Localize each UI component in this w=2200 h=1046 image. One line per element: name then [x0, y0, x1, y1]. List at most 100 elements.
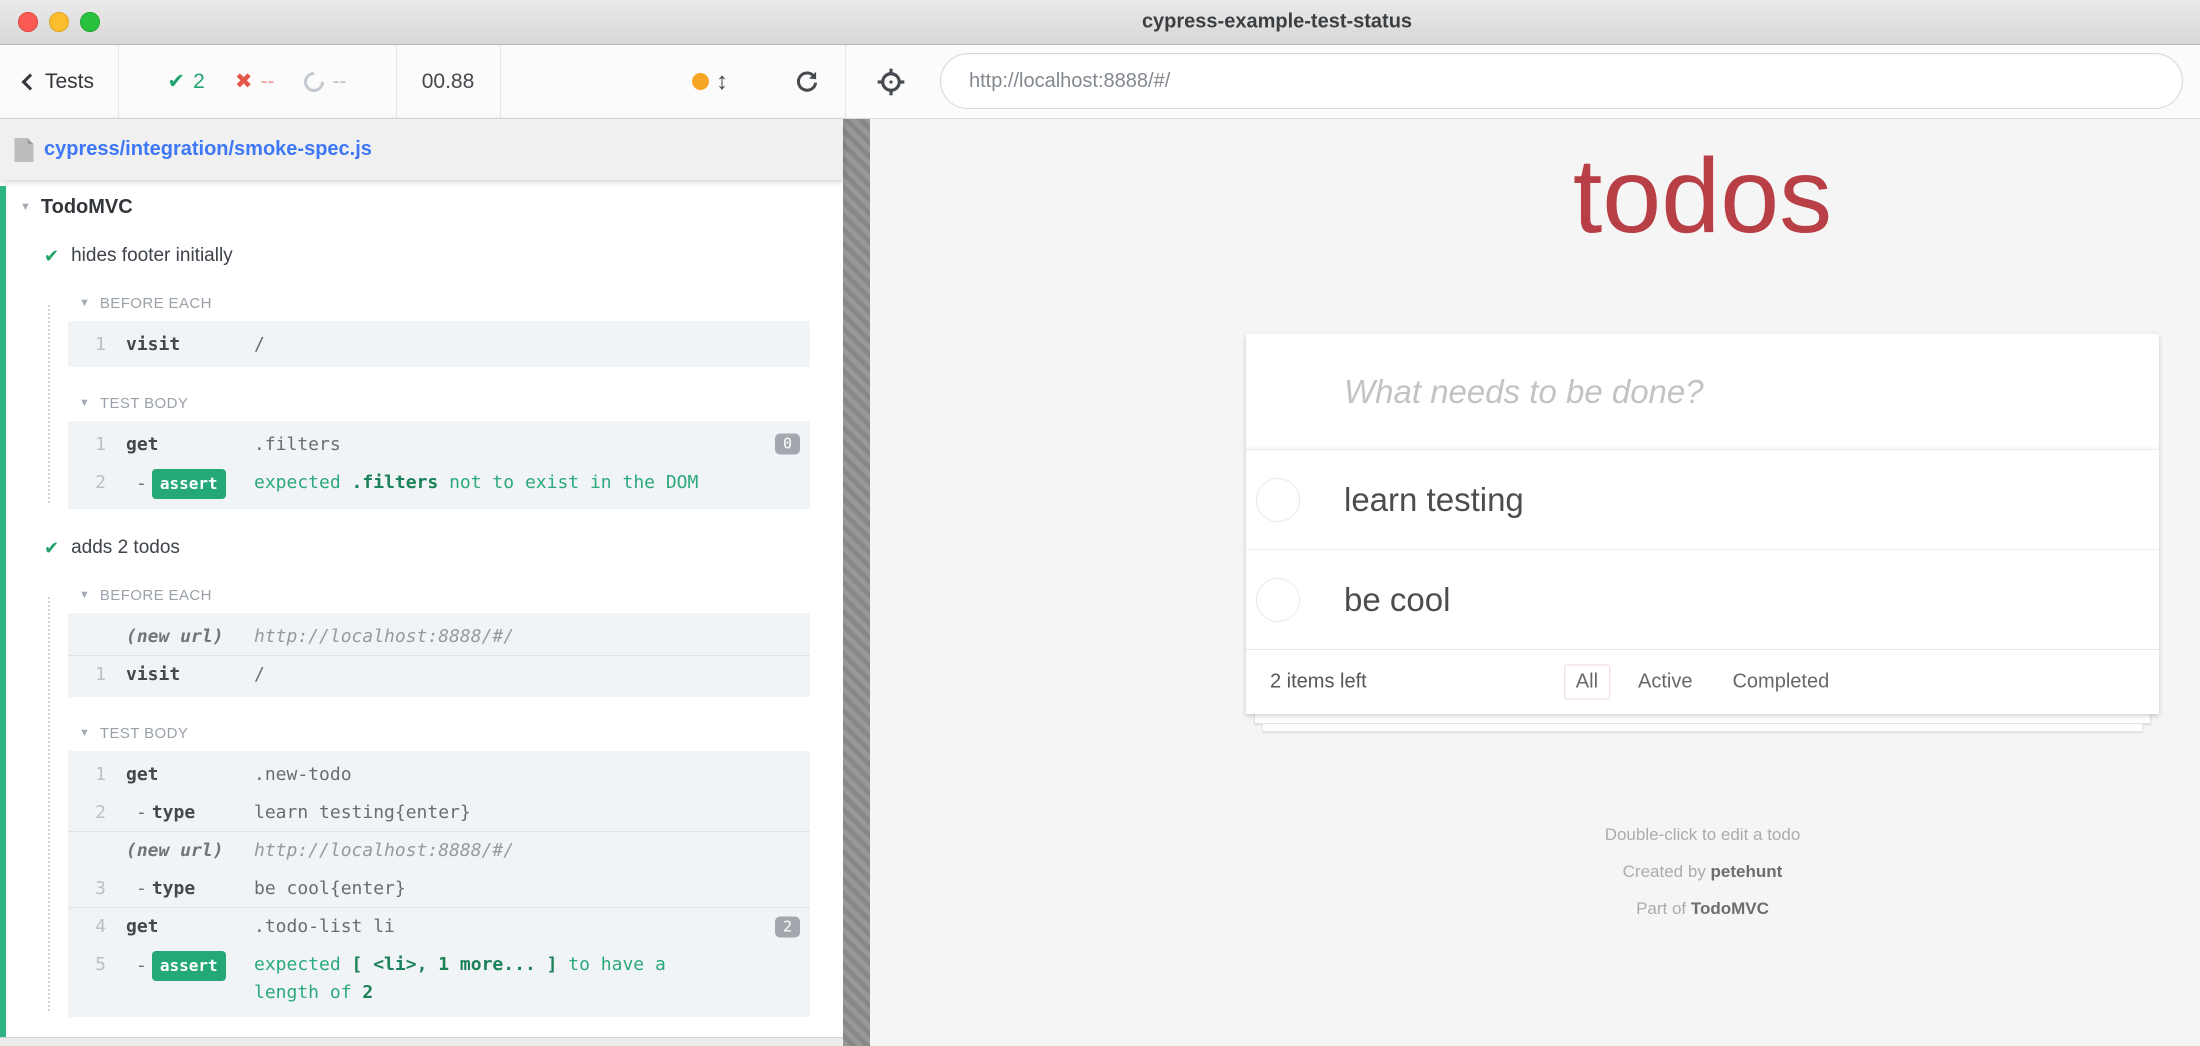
reporter-bottom-bar — [0, 1037, 843, 1046]
todo-label[interactable]: be cool — [1344, 581, 1450, 619]
command-block: 1get.filters02-assertexpected .filters n… — [68, 421, 810, 509]
stat-failed: ✖ -- — [235, 70, 275, 94]
command-block: 1visit/ — [68, 321, 810, 367]
test-passed-check-icon: ✔ — [44, 247, 59, 265]
filter-active[interactable]: Active — [1626, 665, 1704, 700]
test-timer: 00.88 — [396, 45, 500, 118]
command-name-text: type — [152, 878, 195, 899]
suite-row[interactable]: ▼ TodoMVC — [0, 180, 810, 219]
todoapp: todos learn testingbe cool 2 items left … — [1246, 133, 2159, 927]
refresh-icon — [793, 68, 821, 96]
info-line: Part of TodoMVC — [1246, 890, 2159, 927]
stacked-paper-edge — [1254, 714, 2151, 724]
stat-pending: -- — [304, 70, 346, 94]
command-row[interactable]: (new url)http://localhost:8888/#/ — [68, 617, 810, 655]
command-row[interactable]: 3-typebe cool{enter} — [68, 869, 810, 907]
element-count-badge: 0 — [775, 434, 800, 455]
command-number: 2 — [80, 802, 106, 823]
items-left-count: 2 items left — [1270, 671, 1367, 694]
filter-all[interactable]: All — [1564, 665, 1610, 700]
command-name: visit — [126, 664, 254, 685]
filter-completed[interactable]: Completed — [1720, 665, 1841, 700]
command-name-text: visit — [126, 664, 180, 685]
toolbar: Tests ✔ 2 ✖ -- -- 00.88 ↕ — [0, 45, 2200, 119]
todo-toggle-checkbox[interactable] — [1256, 578, 1300, 622]
assert-message: expected .filters not to exist in the DO… — [254, 469, 698, 497]
section-label: BEFORE EACH — [100, 295, 212, 312]
todo-list: learn testing be cool — [1246, 449, 2159, 649]
dash: - — [136, 955, 147, 976]
section-label: TEST BODY — [100, 395, 188, 412]
command-message: http://localhost:8888/#/ — [254, 840, 514, 861]
titlebar: cypress-example-test-status — [0, 0, 2200, 45]
triangle-down-icon: ▼ — [79, 728, 90, 739]
command-name: get — [126, 434, 254, 455]
command-name: -type — [126, 802, 254, 823]
triangle-down-icon: ▼ — [79, 398, 90, 409]
todo-toggle-checkbox[interactable] — [1256, 478, 1300, 522]
traffic-lights — [18, 12, 100, 32]
command-row[interactable]: 2-typelearn testing{enter} — [68, 793, 810, 831]
section-header[interactable]: ▼TEST BODY — [79, 725, 810, 742]
command-number: 2 — [80, 469, 106, 497]
minimize-window-button[interactable] — [49, 12, 69, 32]
command-name: -assert — [126, 951, 254, 981]
spec-file-header: cypress/integration/smoke-spec.js — [0, 119, 843, 180]
test-row[interactable]: ✔hides footer initially — [44, 245, 810, 267]
command-row[interactable]: 1visit/ — [68, 325, 810, 363]
x-icon: ✖ — [235, 71, 253, 92]
command-block: (new url)http://localhost:8888/#/ 1 visit / — [68, 613, 810, 697]
section-header[interactable]: ▼BEFORE EACH — [79, 295, 810, 312]
command-row[interactable]: 2-assertexpected .filters not to exist i… — [68, 463, 810, 505]
command-message: / — [254, 664, 265, 685]
app-window: cypress-example-test-status Tests ✔ 2 ✖ … — [0, 0, 2200, 1046]
message-part: [ <li>, 1 more... ] — [352, 954, 558, 975]
command-row[interactable]: 5-assertexpected [ <li>, 1 more... ] to … — [68, 945, 810, 1013]
command-name: visit — [126, 334, 254, 355]
test-row[interactable]: ✔ adds 2 todos — [44, 537, 810, 559]
message-part: not to exist in the DOM — [438, 472, 698, 493]
test-title-label: adds 2 todos — [71, 537, 180, 559]
updown-arrow-icon: ↕ — [716, 68, 728, 96]
passed-count: 2 — [193, 70, 205, 94]
section-header[interactable]: ▼ TEST BODY — [79, 395, 810, 412]
spec-file-link[interactable]: cypress/integration/smoke-spec.js — [44, 138, 372, 161]
command-name-text: visit — [126, 334, 180, 355]
close-window-button[interactable] — [18, 12, 38, 32]
stacked-paper-edge — [1262, 724, 2143, 732]
command-row[interactable]: 1 visit / — [68, 655, 810, 693]
command-name-text: get — [126, 434, 159, 455]
command-name: (new url) — [126, 626, 254, 647]
test-passed-check-icon: ✔ — [44, 539, 59, 557]
command-message: .new-todo — [254, 764, 352, 785]
command-number: 1 — [80, 664, 106, 685]
info-link[interactable]: petehunt — [1711, 862, 1783, 881]
todo-label[interactable]: learn testing — [1344, 481, 1524, 519]
command-row[interactable]: 1get.filters0 — [68, 425, 810, 463]
assert-message: expected [ <li>, 1 more... ] to have a l… — [254, 951, 714, 1007]
info-text: Double-click to edit a todo — [1605, 825, 1801, 844]
zoom-window-button[interactable] — [80, 12, 100, 32]
section-label: BEFORE EACH — [100, 587, 212, 604]
back-to-tests-button[interactable]: Tests — [0, 45, 118, 118]
url-input[interactable] — [941, 54, 2182, 108]
panel-resizer[interactable] — [843, 119, 870, 1046]
dash: - — [136, 878, 147, 899]
todo-footer: 2 items left All Active Completed — [1246, 649, 2159, 714]
info-text: Created by — [1623, 862, 1711, 881]
command-row[interactable]: 1get.new-todo — [68, 755, 810, 793]
command-number: 1 — [80, 434, 106, 455]
command-row[interactable]: 4get.todo-list li2 — [68, 907, 810, 945]
selector-playground-button[interactable] — [868, 45, 914, 118]
chevron-left-icon — [21, 74, 38, 91]
info-line: Double-click to edit a todo — [1246, 816, 2159, 853]
command-row[interactable]: (new url)http://localhost:8888/#/ — [68, 831, 810, 869]
message-part: 2 — [362, 982, 373, 1003]
suite-title: TodoMVC — [41, 196, 133, 219]
command-name-text: get — [126, 916, 159, 937]
auto-scroll-toggle[interactable]: ↕ — [692, 45, 728, 118]
section-header[interactable]: ▼BEFORE EACH — [79, 587, 810, 604]
new-todo-input[interactable] — [1246, 334, 2159, 449]
info-link[interactable]: TodoMVC — [1691, 899, 1769, 918]
refresh-button[interactable] — [782, 45, 832, 118]
